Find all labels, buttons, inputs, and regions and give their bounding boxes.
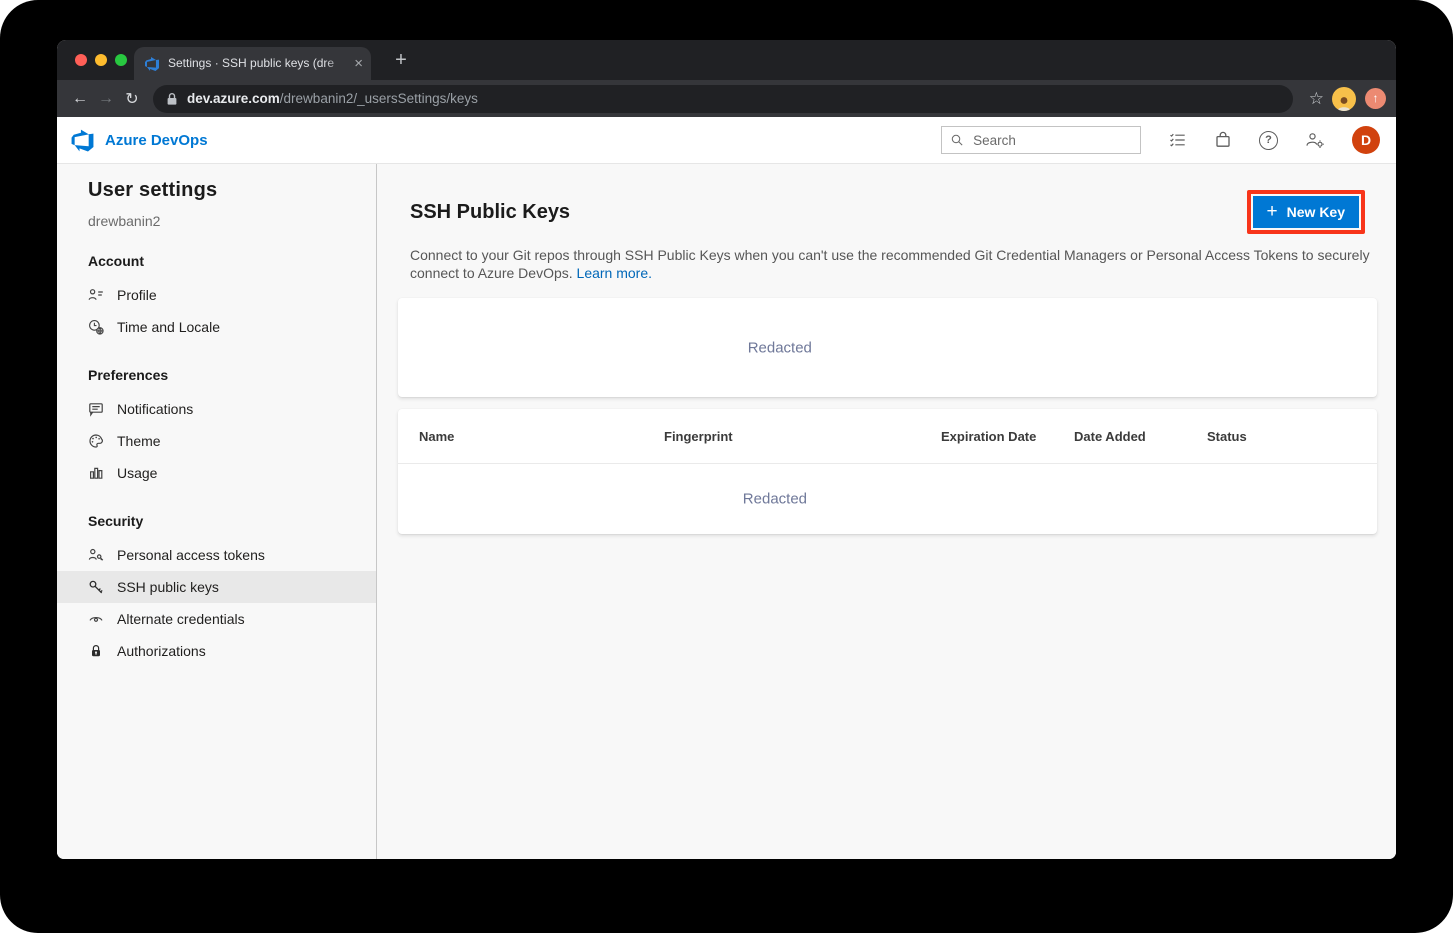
sidebar-item-ssh-public-keys[interactable]: SSH public keys: [57, 571, 376, 603]
browser-window: Settings · SSH public keys (dre × + ← → …: [57, 40, 1396, 859]
new-key-button[interactable]: + New Key: [1253, 196, 1359, 228]
azure-devops-logo: [70, 128, 95, 153]
sidebar-item-notifications[interactable]: Notifications: [57, 393, 376, 425]
redacted-keys-card: Redacted: [398, 298, 1377, 397]
description-text: Connect to your Git repos through SSH Pu…: [410, 247, 1370, 281]
redacted-label: Redacted: [748, 339, 812, 356]
azure-devops-header: Azure DevOps: [57, 117, 1396, 164]
page-content: User settings drewbanin2 Account Profile…: [57, 164, 1396, 859]
bookmark-star-icon[interactable]: ☆: [1309, 89, 1324, 109]
ssh-keys-panel: SSH Public Keys + New Key Connect to you…: [377, 164, 1396, 859]
sidebar-item-time-and-locale[interactable]: Time and Locale: [57, 311, 376, 343]
annotation-highlight-box: + New Key: [1247, 190, 1365, 234]
browser-update-button[interactable]: ↑: [1365, 88, 1386, 109]
sidebar-item-usage[interactable]: Usage: [57, 457, 376, 489]
url-domain: dev.azure.com: [187, 91, 280, 106]
sidebar-item-label: Authorizations: [117, 643, 206, 659]
column-header-date-added: Date Added: [1074, 429, 1207, 444]
palette-icon: [88, 433, 104, 449]
sidebar-item-label: Personal access tokens: [117, 547, 265, 563]
task-list-icon[interactable]: [1168, 131, 1187, 149]
page-title: SSH Public Keys: [410, 201, 570, 224]
plus-icon: +: [1267, 202, 1278, 221]
key-icon: [88, 579, 104, 595]
help-icon[interactable]: ?: [1259, 131, 1278, 150]
tab-title: Settings · SSH public keys (dre: [168, 56, 350, 71]
page-description: Connect to your Git repos through SSH Pu…: [410, 247, 1375, 282]
person-key-icon: [88, 547, 104, 563]
sidebar-item-label: Alternate credentials: [117, 611, 245, 627]
azure-devops-home-link[interactable]: Azure DevOps: [70, 128, 208, 153]
sidebar-username: drewbanin2: [57, 213, 376, 229]
new-key-button-label: New Key: [1287, 204, 1345, 220]
learn-more-link[interactable]: Learn more.: [577, 265, 652, 281]
sidebar-item-label: Usage: [117, 465, 157, 481]
user-settings-gear-icon[interactable]: [1305, 131, 1325, 149]
browser-profile-avatar[interactable]: [1332, 87, 1356, 111]
sidebar-item-label: SSH public keys: [117, 579, 219, 595]
zoom-window-button[interactable]: [115, 54, 127, 66]
header-actions: ? D: [941, 126, 1380, 154]
column-header-expiration-date: Expiration Date: [941, 429, 1074, 444]
section-header-security: Security: [57, 513, 376, 529]
section-header-preferences: Preferences: [57, 367, 376, 383]
marketplace-bag-icon[interactable]: [1214, 131, 1232, 149]
person-icon: [1335, 95, 1353, 111]
forward-icon[interactable]: →: [93, 90, 119, 108]
minimize-window-button[interactable]: [95, 54, 107, 66]
sidebar-item-alternate-credentials[interactable]: Alternate credentials: [57, 603, 376, 635]
section-header-account: Account: [57, 253, 376, 269]
bar-chart-icon: [88, 465, 104, 481]
eye-icon: [88, 611, 104, 627]
close-window-button[interactable]: [75, 54, 87, 66]
sidebar-item-label: Notifications: [117, 401, 193, 417]
new-tab-button[interactable]: +: [387, 46, 415, 74]
browser-tab-bar: Settings · SSH public keys (dre × +: [57, 40, 1396, 80]
lock-icon: [88, 643, 104, 659]
help-glyph: ?: [1259, 131, 1278, 150]
search-input[interactable]: [971, 132, 1131, 149]
sidebar-item-personal-access-tokens[interactable]: Personal access tokens: [57, 539, 376, 571]
close-tab-icon[interactable]: ×: [354, 56, 363, 71]
search-icon: [951, 133, 963, 147]
column-header-status: Status: [1207, 429, 1377, 444]
table-body: Redacted: [398, 464, 1377, 534]
profile-icon: [88, 287, 104, 303]
user-avatar[interactable]: D: [1352, 126, 1380, 154]
column-header-name: Name: [419, 429, 664, 444]
sidebar-title: User settings: [57, 179, 376, 202]
reload-icon[interactable]: ↻: [119, 89, 145, 109]
brand-name: Azure DevOps: [105, 132, 208, 149]
sidebar-item-profile[interactable]: Profile: [57, 279, 376, 311]
sidebar-item-label: Theme: [117, 433, 161, 449]
url-text: dev.azure.com/drewbanin2/_usersSettings/…: [187, 91, 478, 106]
browser-toolbar: ← → ↻ dev.azure.com/drewbanin2/_usersSet…: [57, 80, 1396, 117]
keys-table-card: Name Fingerprint Expiration Date Date Ad…: [398, 409, 1377, 534]
address-bar[interactable]: dev.azure.com/drewbanin2/_usersSettings/…: [153, 85, 1293, 113]
search-box[interactable]: [941, 126, 1141, 154]
browser-tab[interactable]: Settings · SSH public keys (dre ×: [134, 47, 371, 80]
azure-devops-favicon: [144, 56, 160, 72]
clock-globe-icon: [88, 319, 104, 335]
sidebar-item-theme[interactable]: Theme: [57, 425, 376, 457]
settings-sidebar: User settings drewbanin2 Account Profile…: [57, 164, 377, 859]
column-header-fingerprint: Fingerprint: [664, 429, 941, 444]
sidebar-item-label: Time and Locale: [117, 319, 220, 335]
sidebar-item-authorizations[interactable]: Authorizations: [57, 635, 376, 667]
back-icon[interactable]: ←: [67, 90, 93, 108]
url-path: /drewbanin2/_usersSettings/keys: [280, 91, 478, 106]
redacted-label: Redacted: [743, 491, 807, 508]
sidebar-item-label: Profile: [117, 287, 157, 303]
window-controls: [75, 54, 127, 66]
panel-header: SSH Public Keys + New Key: [410, 190, 1377, 234]
comment-icon: [88, 401, 104, 417]
lock-icon: [166, 92, 178, 106]
table-header-row: Name Fingerprint Expiration Date Date Ad…: [398, 409, 1377, 464]
